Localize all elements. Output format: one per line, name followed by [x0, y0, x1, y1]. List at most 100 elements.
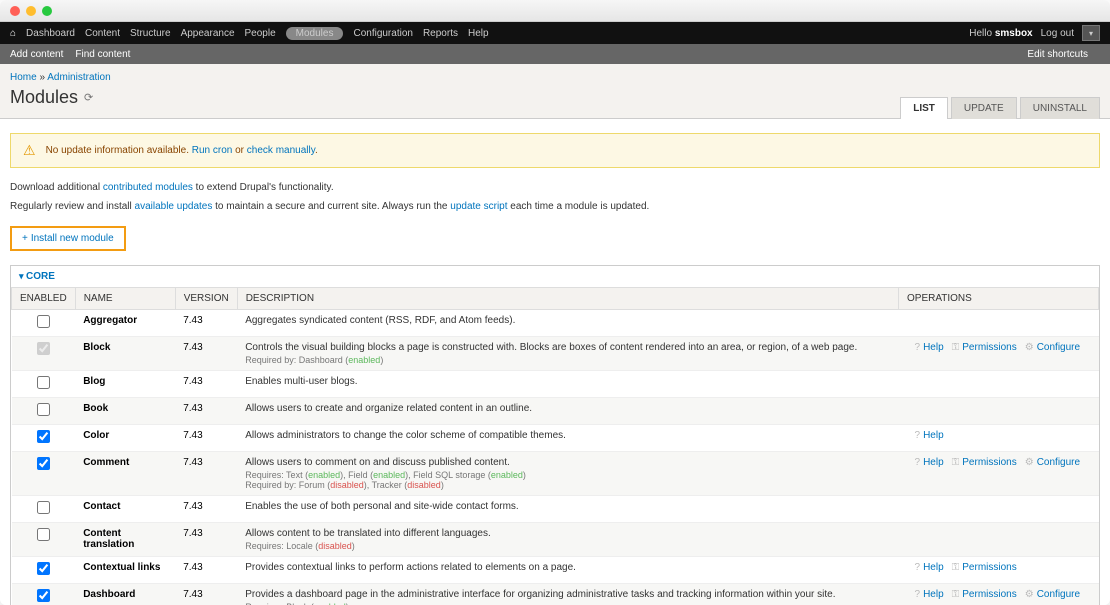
module-version: 7.43: [175, 425, 237, 452]
module-name: Content translation: [75, 523, 175, 557]
help-link[interactable]: ?Help: [915, 457, 944, 468]
edit-shortcuts-link[interactable]: Edit shortcuts: [1027, 49, 1088, 60]
enable-checkbox[interactable]: [37, 562, 50, 575]
enable-checkbox[interactable]: [37, 403, 50, 416]
module-name: Aggregator: [75, 310, 175, 337]
run-cron-link[interactable]: Run cron: [192, 145, 233, 156]
chevron-down-icon: ▾: [1089, 29, 1093, 38]
table-row: Comment7.43Allows users to comment on an…: [12, 452, 1099, 496]
enable-checkbox[interactable]: [37, 430, 50, 443]
module-version: 7.43: [175, 310, 237, 337]
logout-link[interactable]: Log out: [1041, 28, 1074, 39]
help-link[interactable]: ?Help: [915, 342, 944, 353]
table-row: Book7.43Allows users to create and organ…: [12, 398, 1099, 425]
module-version: 7.43: [175, 398, 237, 425]
module-name: Contextual links: [75, 557, 175, 584]
toolbar-item-modules[interactable]: Modules: [286, 27, 344, 40]
breadcrumb-admin[interactable]: Administration: [47, 72, 110, 83]
home-icon[interactable]: ⌂: [10, 28, 16, 39]
enable-checkbox[interactable]: [37, 528, 50, 541]
module-version: 7.43: [175, 337, 237, 371]
contributed-modules-link[interactable]: contributed modules: [103, 182, 193, 193]
shortcut-find-content[interactable]: Find content: [75, 49, 130, 60]
available-updates-link[interactable]: available updates: [135, 201, 213, 212]
table-row: Contextual links7.43Provides contextual …: [12, 557, 1099, 584]
module-name: Color: [75, 425, 175, 452]
toolbar-item-help[interactable]: Help: [468, 28, 489, 39]
enable-checkbox[interactable]: [37, 315, 50, 328]
refresh-icon[interactable]: ⟳: [84, 91, 93, 104]
help-link[interactable]: ?Help: [915, 430, 944, 441]
fieldset-core-toggle[interactable]: CORE: [11, 266, 1099, 287]
toolbar-item-structure[interactable]: Structure: [130, 28, 171, 39]
permissions-link[interactable]: ⚿Permissions: [952, 342, 1017, 353]
breadcrumb-home[interactable]: Home: [10, 72, 37, 83]
table-row: Content translation7.43Allows content to…: [12, 523, 1099, 557]
permissions-link[interactable]: ⚿Permissions: [952, 562, 1017, 573]
enable-checkbox[interactable]: [37, 589, 50, 602]
minimize-icon[interactable]: [26, 6, 36, 16]
help-icon: ?: [915, 430, 921, 441]
module-name: Dashboard: [75, 584, 175, 605]
maximize-icon[interactable]: [42, 6, 52, 16]
table-row: Color7.43Allows administrators to change…: [12, 425, 1099, 452]
enable-checkbox[interactable]: [37, 342, 50, 355]
toolbar-item-dashboard[interactable]: Dashboard: [26, 28, 75, 39]
module-version: 7.43: [175, 557, 237, 584]
configure-link[interactable]: ⚙Configure: [1025, 342, 1080, 353]
shortcut-add-content[interactable]: Add content: [10, 49, 63, 60]
intro-text-2: Regularly review and install available u…: [10, 201, 1100, 212]
help-icon: ?: [915, 589, 921, 600]
module-operations: ?Help ⚿Permissions ⚙Configure: [899, 452, 1099, 496]
check-manually-link[interactable]: check manually: [247, 145, 315, 156]
toolbar-item-reports[interactable]: Reports: [423, 28, 458, 39]
configure-link[interactable]: ⚙Configure: [1025, 457, 1080, 468]
toolbar-item-content[interactable]: Content: [85, 28, 120, 39]
module-description: Enables multi-user blogs.: [237, 371, 898, 398]
close-icon[interactable]: [10, 6, 20, 16]
col-description: DESCRIPTION: [237, 288, 898, 310]
window-titlebar: [0, 0, 1110, 22]
permissions-icon: ⚿: [952, 342, 960, 353]
warning-icon: ⚠: [23, 142, 36, 159]
module-operations: ?Help ⚿Permissions ⚙Configure: [899, 584, 1099, 605]
help-icon: ?: [915, 562, 921, 573]
toolbar-item-appearance[interactable]: Appearance: [181, 28, 235, 39]
configure-icon: ⚙: [1025, 457, 1034, 468]
module-description: Allows content to be translated into dif…: [237, 523, 898, 557]
module-operations: ?Help: [899, 425, 1099, 452]
toolbar-item-configuration[interactable]: Configuration: [353, 28, 412, 39]
enable-checkbox[interactable]: [37, 457, 50, 470]
tab-uninstall[interactable]: UNINSTALL: [1020, 97, 1100, 119]
col-name: NAME: [75, 288, 175, 310]
admin-toolbar: ⌂ Dashboard Content Structure Appearance Peo…: [0, 22, 1110, 44]
help-link[interactable]: ?Help: [915, 562, 944, 573]
permissions-icon: ⚿: [952, 589, 960, 600]
tab-update[interactable]: UPDATE: [951, 97, 1017, 119]
permissions-link[interactable]: ⚿Permissions: [952, 457, 1017, 468]
permissions-icon: ⚿: [952, 562, 960, 573]
toolbar-dropdown[interactable]: ▾: [1082, 25, 1100, 41]
update-script-link[interactable]: update script: [450, 201, 507, 212]
tab-list[interactable]: LIST: [900, 97, 948, 119]
module-operations: ?Help ⚿Permissions ⚙Configure: [899, 337, 1099, 371]
toolbar-item-people[interactable]: People: [245, 28, 276, 39]
col-version: VERSION: [175, 288, 237, 310]
permissions-icon: ⚿: [952, 457, 960, 468]
col-operations: OPERATIONS: [899, 288, 1099, 310]
enable-checkbox[interactable]: [37, 501, 50, 514]
help-link[interactable]: ?Help: [915, 589, 944, 600]
plus-icon: +: [22, 233, 28, 244]
enable-checkbox[interactable]: [37, 376, 50, 389]
module-name: Book: [75, 398, 175, 425]
configure-link[interactable]: ⚙Configure: [1025, 589, 1080, 600]
configure-icon: ⚙: [1025, 589, 1034, 600]
module-operations: ?Help ⚿Permissions: [899, 557, 1099, 584]
update-alert: ⚠ No update information available. Run c…: [10, 133, 1100, 168]
module-description: Enables the use of both personal and sit…: [237, 496, 898, 523]
permissions-link[interactable]: ⚿Permissions: [952, 589, 1017, 600]
install-new-module-button[interactable]: +Install new module: [10, 226, 126, 251]
modules-table: ENABLED NAME VERSION DESCRIPTION OPERATI…: [11, 287, 1099, 605]
table-row: Block7.43Controls the visual building bl…: [12, 337, 1099, 371]
module-version: 7.43: [175, 496, 237, 523]
